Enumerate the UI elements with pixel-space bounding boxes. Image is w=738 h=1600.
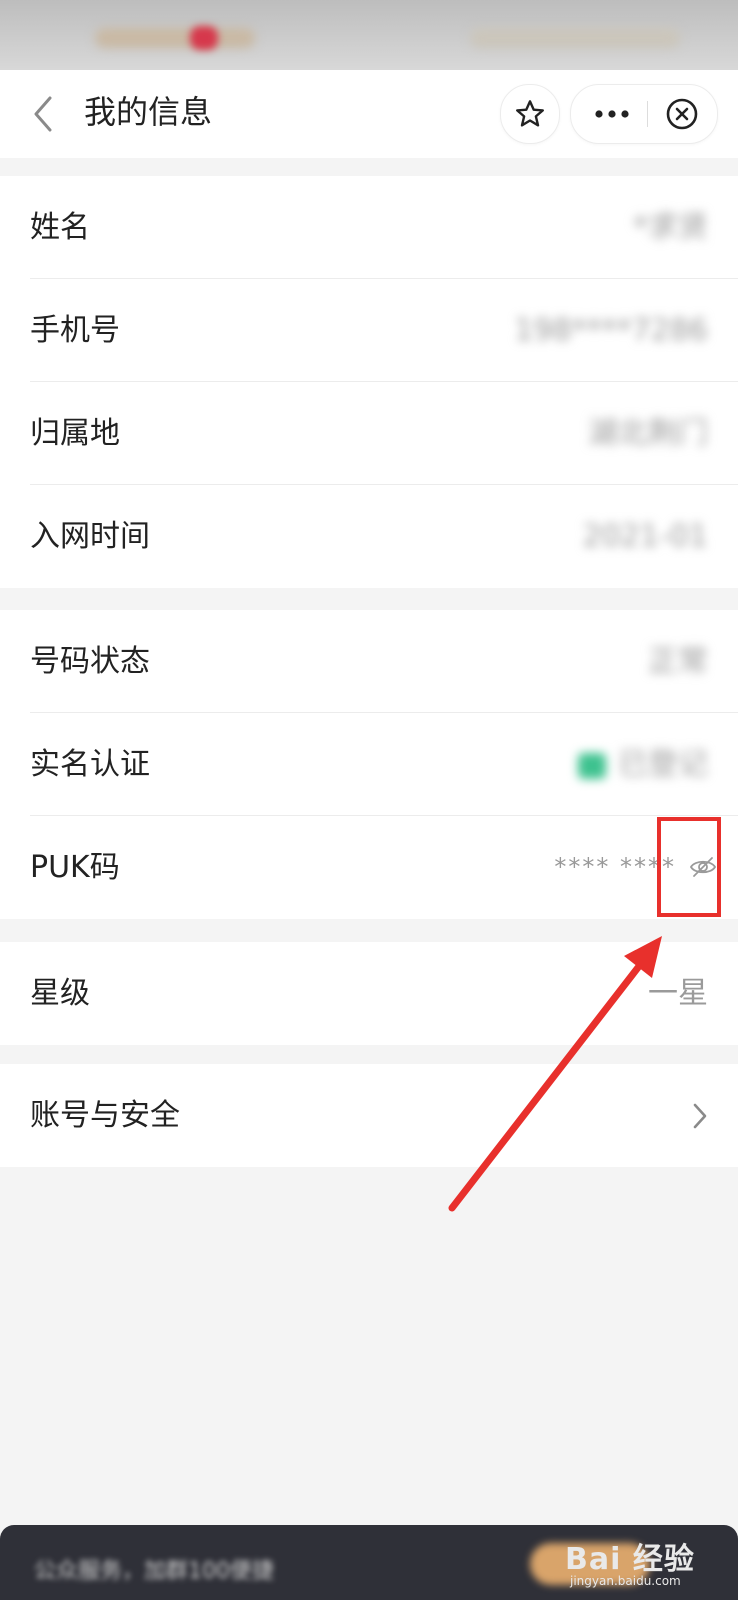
row-label: 姓名 <box>30 210 90 245</box>
more-dots-icon <box>595 110 629 118</box>
row-label: 账号与安全 <box>30 1098 180 1133</box>
row-value: 湖北荆门 <box>588 416 708 451</box>
status-info-card: 号码状态 正常 实名认证 已登记 PUK码 **** **** <box>0 610 738 919</box>
basic-info-card: 姓名 *求贤 手机号 198****7286 归属地 湖北荆门 入网时间 202… <box>0 176 738 588</box>
row-label: 手机号 <box>30 313 120 348</box>
row-real-name: 实名认证 已登记 <box>0 713 738 816</box>
verified-badge-icon <box>578 752 606 779</box>
row-label: 号码状态 <box>30 644 150 679</box>
nav-bar: 我的信息 <box>0 70 738 158</box>
watermark-url: jingyan.baidu.com <box>570 1574 681 1588</box>
row-label: 入网时间 <box>30 519 150 554</box>
page-title: 我的信息 <box>84 93 213 131</box>
capsule-divider <box>647 101 648 127</box>
row-label: 实名认证 <box>30 747 150 782</box>
row-join-date: 入网时间 2021-01 <box>0 485 738 588</box>
status-bar-left-blur <box>95 28 255 48</box>
row-value: 198****7286 <box>514 313 708 348</box>
toast-text: 公众服务，加群100便捷 <box>34 1559 274 1584</box>
status-bar <box>0 0 738 70</box>
chevron-right-icon-wrap <box>692 1102 708 1130</box>
row-account-security[interactable]: 账号与安全 <box>0 1064 738 1167</box>
baidu-watermark: Bai 经验 <box>565 1542 695 1577</box>
row-value: *求贤 <box>633 210 708 245</box>
row-value: 正常 <box>648 644 708 679</box>
row-puk: PUK码 **** **** <box>0 816 738 919</box>
row-value-wrap: 已登记 <box>578 713 708 816</box>
row-label: PUK码 <box>30 850 120 885</box>
row-value: 一星 <box>648 976 708 1011</box>
row-value: 已登记 <box>618 747 708 782</box>
row-label: 星级 <box>30 976 90 1011</box>
star-icon <box>516 100 545 127</box>
annotation-highlight-box <box>657 817 721 917</box>
close-circle-icon <box>666 98 698 130</box>
favorite-button[interactable] <box>500 84 560 144</box>
row-phone: 手机号 198****7286 <box>0 279 738 382</box>
chevron-right-icon <box>693 1103 707 1129</box>
account-security-card[interactable]: 账号与安全 <box>0 1064 738 1167</box>
capsule-menu <box>570 84 718 144</box>
more-button[interactable] <box>579 85 645 143</box>
chevron-left-icon <box>34 96 52 132</box>
row-location: 归属地 湖北荆门 <box>0 382 738 485</box>
row-number-status: 号码状态 正常 <box>0 610 738 713</box>
row-name: 姓名 *求贤 <box>0 176 738 279</box>
level-card: 星级 一星 <box>0 942 738 1045</box>
close-button[interactable] <box>649 85 715 143</box>
notification-dot <box>190 26 218 50</box>
back-button[interactable] <box>26 92 60 136</box>
row-value: 2021-01 <box>582 519 708 554</box>
status-bar-right-blur <box>470 28 680 48</box>
row-label: 归属地 <box>30 416 120 451</box>
row-star-level: 星级 一星 <box>0 942 738 1045</box>
